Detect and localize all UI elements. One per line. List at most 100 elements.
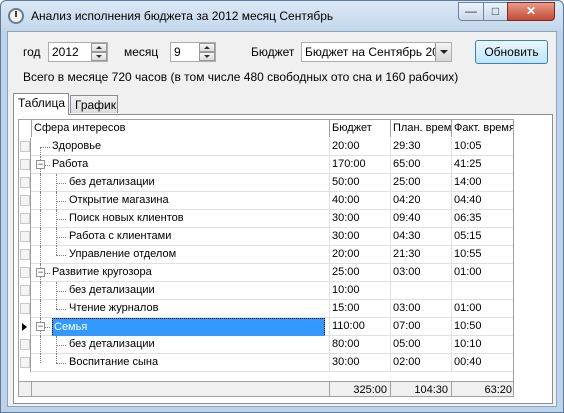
table-row[interactable]: Здоровье 20:00 29:30 10:05 [19,138,513,156]
budget-cell[interactable]: 40:00 [330,192,391,210]
plan-time-cell[interactable]: 07:00 [391,318,452,336]
sphere-cell[interactable]: − Работа [32,156,330,174]
table-row[interactable]: Воспитание сына 30:00 02:00 00:40 [19,354,513,372]
plan-time-cell[interactable]: 25:00 [391,174,452,192]
year-down-arrow-icon[interactable] [91,52,107,61]
column-header-fact-time[interactable]: Факт. время [452,120,513,137]
fact-time-cell[interactable]: 01:00 [452,300,513,318]
year-up-arrow-icon[interactable] [91,43,107,52]
fact-time-cell[interactable]: 41:25 [452,156,513,174]
budget-cell[interactable]: 10:00 [330,282,391,300]
row-indicator[interactable] [19,138,31,156]
collapse-icon[interactable]: − [36,268,45,277]
sphere-cell[interactable]: Открытие магазина [32,192,330,210]
close-button[interactable]: ✕ [507,2,555,21]
maximize-button[interactable]: □ [483,2,508,21]
fact-time-cell[interactable]: 10:55 [452,246,513,264]
column-header-sphere[interactable]: Сфера интересов [32,120,330,137]
budget-tree-grid[interactable]: Сфера интересов Бюджет План. время Факт.… [18,119,514,397]
budget-cell[interactable]: 30:00 [330,228,391,246]
tab-chart[interactable]: График [70,95,118,113]
table-row[interactable]: без детализации 80:00 05:00 10:10 [19,336,513,354]
row-indicator[interactable] [19,174,31,192]
sphere-cell[interactable]: Воспитание сына [32,354,330,372]
plan-time-cell[interactable]: 04:30 [391,228,452,246]
fact-time-cell[interactable]: 04:40 [452,192,513,210]
minimize-button[interactable]: — [458,2,484,21]
sphere-cell[interactable]: Работа с клиентами [32,228,330,246]
table-row[interactable]: − Работа 170:00 65:00 41:25 [19,156,513,174]
sphere-cell[interactable]: Управление отделом [32,246,330,264]
collapse-icon[interactable]: − [36,160,45,169]
row-indicator[interactable] [19,300,31,318]
month-down-arrow-icon[interactable] [199,52,215,61]
budget-cell[interactable]: 80:00 [330,336,391,354]
budget-cell[interactable]: 30:00 [330,354,391,372]
plan-time-cell[interactable]: 21:30 [391,246,452,264]
sphere-cell[interactable]: Чтение журналов [32,300,330,318]
plan-time-cell[interactable]: 05:00 [391,336,452,354]
plan-time-cell[interactable]: 09:40 [391,210,452,228]
row-indicator[interactable] [19,246,31,264]
table-row[interactable]: без детализации 10:00 [19,282,513,300]
column-header-budget[interactable]: Бюджет [330,120,391,137]
fact-time-cell[interactable] [452,282,513,300]
collapse-icon[interactable]: − [36,322,45,331]
budget-cell[interactable]: 15:00 [330,300,391,318]
budget-cell[interactable]: 25:00 [330,264,391,282]
sphere-cell[interactable]: без детализации [32,174,330,192]
chevron-down-icon[interactable] [435,43,451,61]
table-row[interactable]: Управление отделом 20:00 21:30 10:55 [19,246,513,264]
budget-cell[interactable]: 110:00 [330,318,391,336]
plan-time-cell[interactable]: 02:00 [391,354,452,372]
sphere-cell[interactable]: Поиск новых клиентов [32,210,330,228]
column-header-plan-time[interactable]: План. время [391,120,452,137]
month-stepper[interactable]: 9 [170,42,216,62]
budget-cell[interactable]: 50:00 [330,174,391,192]
row-indicator[interactable] [19,228,31,246]
sphere-cell[interactable]: − Семья [32,318,330,336]
row-indicator[interactable] [19,192,31,210]
plan-time-cell[interactable]: 03:00 [391,264,452,282]
budget-select[interactable]: Бюджет на Сентябрь 2012 [301,42,452,62]
row-indicator[interactable] [19,156,31,174]
fact-time-cell[interactable]: 10:05 [452,138,513,156]
table-row[interactable]: Чтение журналов 15:00 03:00 01:00 [19,300,513,318]
table-row[interactable]: Открытие магазина 40:00 04:20 04:40 [19,192,513,210]
sphere-cell[interactable]: без детализации [32,336,330,354]
budget-cell[interactable]: 170:00 [330,156,391,174]
table-row[interactable]: − Семья 110:00 07:00 10:50 [19,318,513,336]
plan-time-cell[interactable]: 65:00 [391,156,452,174]
table-row[interactable]: без детализации 50:00 25:00 14:00 [19,174,513,192]
plan-time-cell[interactable] [391,282,452,300]
month-up-arrow-icon[interactable] [199,43,215,52]
table-row[interactable]: Работа с клиентами 30:00 04:30 05:15 [19,228,513,246]
row-indicator[interactable] [19,264,31,282]
row-indicator[interactable] [19,282,31,300]
fact-time-cell[interactable]: 01:00 [452,264,513,282]
fact-time-cell[interactable]: 10:50 [452,318,513,336]
sphere-cell[interactable]: − Развитие кругозора [32,264,330,282]
fact-time-cell[interactable]: 05:15 [452,228,513,246]
plan-time-cell[interactable]: 03:00 [391,300,452,318]
row-indicator[interactable] [19,336,31,354]
table-row[interactable]: Поиск новых клиентов 30:00 09:40 06:35 [19,210,513,228]
refresh-button[interactable]: Обновить [475,40,548,64]
fact-time-cell[interactable]: 14:00 [452,174,513,192]
row-indicator[interactable] [19,318,31,336]
fact-time-cell[interactable]: 10:10 [452,336,513,354]
table-row[interactable]: − Развитие кругозора 25:00 03:00 01:00 [19,264,513,282]
row-indicator[interactable] [19,210,31,228]
row-indicator[interactable] [19,354,31,372]
year-stepper[interactable]: 2012 [48,42,108,62]
budget-cell[interactable]: 20:00 [330,246,391,264]
fact-time-cell[interactable]: 00:40 [452,354,513,372]
fact-time-cell[interactable]: 06:35 [452,210,513,228]
plan-time-cell[interactable]: 04:20 [391,192,452,210]
sphere-cell[interactable]: Здоровье [32,138,330,156]
title-bar[interactable]: Анализ исполнения бюджета за 2012 месяц … [1,1,563,31]
budget-cell[interactable]: 30:00 [330,210,391,228]
sphere-cell[interactable]: без детализации [32,282,330,300]
tab-table[interactable]: Таблица [13,93,69,115]
budget-cell[interactable]: 20:00 [330,138,391,156]
